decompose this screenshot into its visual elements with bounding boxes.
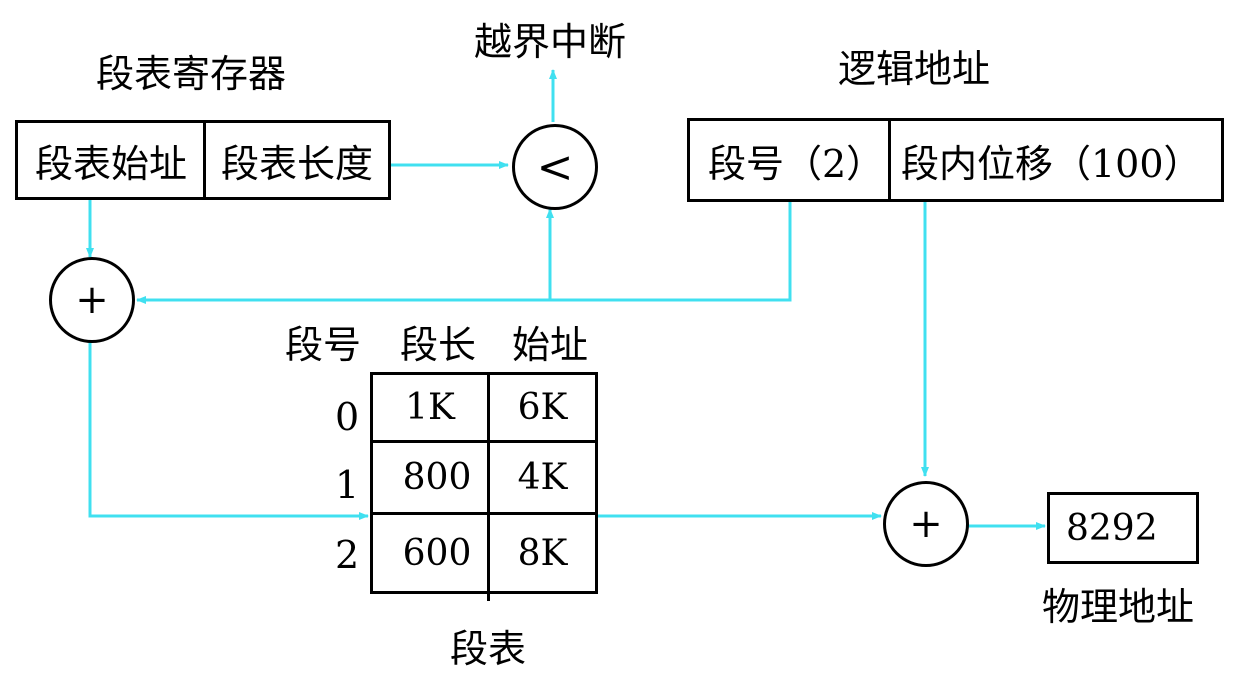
- segment-table-caption: 段表: [450, 627, 527, 671]
- overflow-interrupt-label: 越界中断: [474, 20, 627, 64]
- table-cell-length-2: 600: [402, 532, 472, 574]
- comparator-circle: <: [512, 124, 598, 210]
- segment-number-0: 0: [335, 395, 360, 439]
- physical-address-label: 物理地址: [1042, 585, 1195, 629]
- adder-circle-start: +: [49, 257, 135, 343]
- logical-address-box: 段号（2） 段内位移（100）: [687, 118, 1224, 202]
- segment-register-box: 段表始址 段表长度: [15, 120, 391, 200]
- logical-address-title: 逻辑地址: [838, 47, 991, 91]
- adder-plus-symbol: +: [909, 501, 943, 547]
- segment-number-field: 段号（2）: [708, 141, 885, 186]
- segment-table-start-field: 段表始址: [34, 141, 187, 186]
- segment-table-length-field: 段表长度: [220, 141, 373, 186]
- comparator-symbol: <: [536, 141, 574, 193]
- adder-plus-symbol: +: [75, 277, 109, 323]
- segment-register-title: 段表寄存器: [96, 52, 287, 96]
- table-header-length: 段长: [400, 323, 477, 367]
- physical-address-box: 8292: [1047, 492, 1199, 564]
- table-cell-length-1: 800: [402, 457, 472, 498]
- adder-circle-offset: +: [883, 481, 969, 567]
- segment-number-2: 2: [335, 533, 360, 577]
- segment-number-1: 1: [335, 463, 360, 507]
- table-cell-base-2: 8K: [517, 532, 568, 574]
- line-segment-number: [136, 198, 792, 304]
- table-cell-base-1: 4K: [517, 457, 568, 498]
- segment-offset-field: 段内位移（100）: [901, 141, 1202, 186]
- table-header-segment: 段号: [285, 323, 362, 367]
- table-cell-base-0: 6K: [517, 387, 568, 428]
- physical-address-value: 8292: [1066, 507, 1158, 549]
- table-header-base: 始址: [512, 323, 589, 367]
- segment-table: 1K 6K 800 4K 600 8K: [370, 372, 598, 601]
- table-cell-length-0: 1K: [405, 387, 455, 428]
